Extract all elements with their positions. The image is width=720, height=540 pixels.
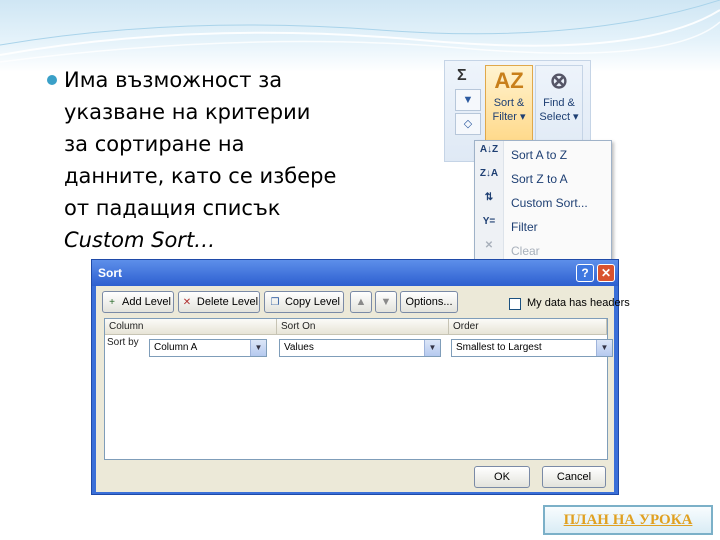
copy-level-label: Copy Level [284,296,341,308]
fill-icon[interactable]: ▼ [455,89,481,111]
sort-on-select-value: Values [284,342,314,353]
menu-item-sort-a-to-z[interactable]: A↓Z Sort A to Z [475,143,611,167]
menu-item-label: Sort A to Z [511,148,568,162]
menu-item-filter[interactable]: Y= Filter [475,215,611,239]
find-select-button[interactable]: ⊗ Find & Select ▾ [535,65,583,143]
filter-icon: Y= [482,216,496,227]
sort-ascending-icon: A↓Z [479,144,499,155]
custom-sort-icon: ⇅ [484,192,494,203]
delete-level-icon: ✕ [182,297,192,308]
help-button[interactable]: ? [576,264,594,282]
bullet-icon [47,75,57,85]
lesson-plan-link[interactable]: ПЛАН НА УРОКА [543,505,713,535]
binoculars-icon: ⊗ [549,68,569,93]
find-select-label-1: Find & [543,97,575,109]
menu-item-sort-z-to-a[interactable]: Z↓A Sort Z to A [475,167,611,191]
close-button[interactable]: ✕ [597,264,615,282]
sort-by-label: Sort by [107,337,139,348]
move-down-button[interactable]: ▼ [375,291,397,313]
menu-item-label: Filter [511,220,538,234]
clear-filter-icon: ✕ [484,240,494,251]
column-select-value: Column A [154,342,198,353]
column-header-order: Order [449,319,607,335]
chevron-down-icon[interactable]: ▼ [596,340,612,356]
cancel-button[interactable]: Cancel [542,466,606,488]
column-header-sort-on: Sort On [277,319,449,335]
sort-filter-label-2: Filter ▾ [492,111,526,123]
chevron-down-icon[interactable]: ▼ [250,340,266,356]
dialog-title: Sort [98,266,122,280]
copy-level-button[interactable]: ❐ Copy Level [264,291,344,313]
sort-levels-grid: Column Sort On Order Sort by Column A ▼ … [104,318,613,460]
bullet-line: Има възможност за [64,68,283,92]
order-select-value: Smallest to Largest [456,342,542,353]
headers-checkbox[interactable] [509,298,521,310]
autosum-icon[interactable]: Σ [457,67,467,85]
copy-level-icon: ❐ [270,297,280,308]
delete-level-label: Delete Level [196,296,259,308]
bullet-line: указване на критерии [64,100,311,124]
sort-filter-menu: A↓Z Sort A to Z Z↓A Sort Z to A ⇅ Custom… [474,140,612,264]
menu-item-label: Custom Sort... [511,196,588,210]
delete-level-button[interactable]: ✕ Delete Level [178,291,260,313]
chevron-down-icon[interactable]: ▼ [424,340,440,356]
bullet-line: за сортиране на [64,132,245,156]
sort-filter-icon: AZ [494,68,524,93]
headers-checkbox-label: My data has headers [527,297,630,309]
sort-dialog: Sort ? ✕ + Add Level ✕ Delete Level ❐ Copy … [91,259,630,495]
menu-item-label: Clear [511,244,540,258]
add-level-icon: + [109,297,115,308]
sort-filter-label-1: Sort & [493,97,525,109]
order-select[interactable]: Smallest to Largest ▼ [451,339,613,357]
menu-item-label: Sort Z to A [511,172,568,186]
bullet-paragraph: Има възможност за указване на критерии з… [47,64,394,256]
dialog-body: + Add Level ✕ Delete Level ❐ Copy Level ▲ ▼… [96,286,630,492]
ok-button[interactable]: OK [474,466,530,488]
sort-filter-button[interactable]: AZ Sort & Filter ▾ [485,65,533,143]
bullet-line: данните, като се избере [64,164,337,188]
eraser-icon[interactable]: ◇ [455,113,481,135]
bullet-line: от падащия списък [64,196,281,220]
find-select-label-2: Select ▾ [539,111,579,123]
bullet-line-italic: Custom Sort… [64,228,216,252]
menu-item-custom-sort[interactable]: ⇅ Custom Sort... [475,191,611,215]
move-up-button[interactable]: ▲ [350,291,372,313]
add-level-label: Add Level [122,296,171,308]
sort-descending-icon: Z↓A [479,168,499,179]
add-level-button[interactable]: + Add Level [102,291,174,313]
column-header-column: Column [105,319,277,335]
dialog-titlebar[interactable]: Sort ? ✕ [92,260,618,286]
header-decoration [0,0,720,63]
sort-on-select[interactable]: Values ▼ [279,339,441,357]
options-button[interactable]: Options... [400,291,458,313]
header-band [0,0,720,72]
column-select[interactable]: Column A ▼ [149,339,267,357]
